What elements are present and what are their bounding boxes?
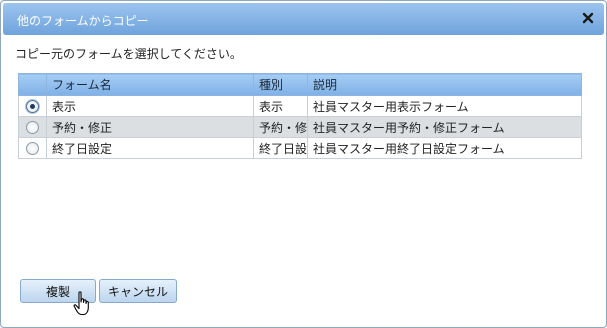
cell-type: 表示 (253, 95, 308, 117)
row-radio-button[interactable] (26, 142, 39, 155)
table-row[interactable]: 予約・修正 予約・修 社員マスター用予約・修正フォーム (18, 116, 582, 138)
table-header-select (18, 73, 47, 96)
cell-form-name: 表示 (46, 95, 254, 117)
row-select-cell (18, 95, 47, 117)
row-select-cell (18, 137, 47, 159)
dialog-titlebar: 他のフォームからコピー (3, 3, 604, 35)
close-icon[interactable] (582, 12, 594, 24)
table-header-row: フォーム名 種別 説明 (18, 73, 582, 96)
cell-description: 社員マスター用終了日設定フォーム (307, 137, 582, 159)
table-row[interactable]: 終了日設定 終了日設 社員マスター用終了日設定フォーム (18, 137, 582, 159)
table-header-form-name[interactable]: フォーム名 (46, 73, 254, 96)
form-table: フォーム名 種別 説明 表示 表示 社員マスター用表示フォーム 予約・修正 予約… (18, 73, 582, 159)
cell-description: 社員マスター用表示フォーム (307, 95, 582, 117)
dialog-title: 他のフォームからコピー (17, 14, 149, 28)
hand-pointer-icon (73, 291, 93, 320)
row-select-cell (18, 116, 47, 138)
cell-type: 予約・修 (253, 116, 308, 138)
cell-form-name: 予約・修正 (46, 116, 254, 138)
copy-form-dialog: 他のフォームからコピー コピー元のフォームを選択してください。 フォーム名 種別… (0, 0, 607, 328)
cancel-button[interactable]: キャンセル (99, 279, 177, 303)
cell-form-name: 終了日設定 (46, 137, 254, 159)
table-row[interactable]: 表示 表示 社員マスター用表示フォーム (18, 95, 582, 117)
cell-description: 社員マスター用予約・修正フォーム (307, 116, 582, 138)
instruction-text: コピー元のフォームを選択してください。 (15, 47, 242, 61)
row-radio-button[interactable] (26, 100, 39, 113)
row-radio-button[interactable] (26, 121, 39, 134)
table-header-type[interactable]: 種別 (253, 73, 308, 96)
table-header-description[interactable]: 説明 (307, 73, 582, 96)
cell-type: 終了日設 (253, 137, 308, 159)
